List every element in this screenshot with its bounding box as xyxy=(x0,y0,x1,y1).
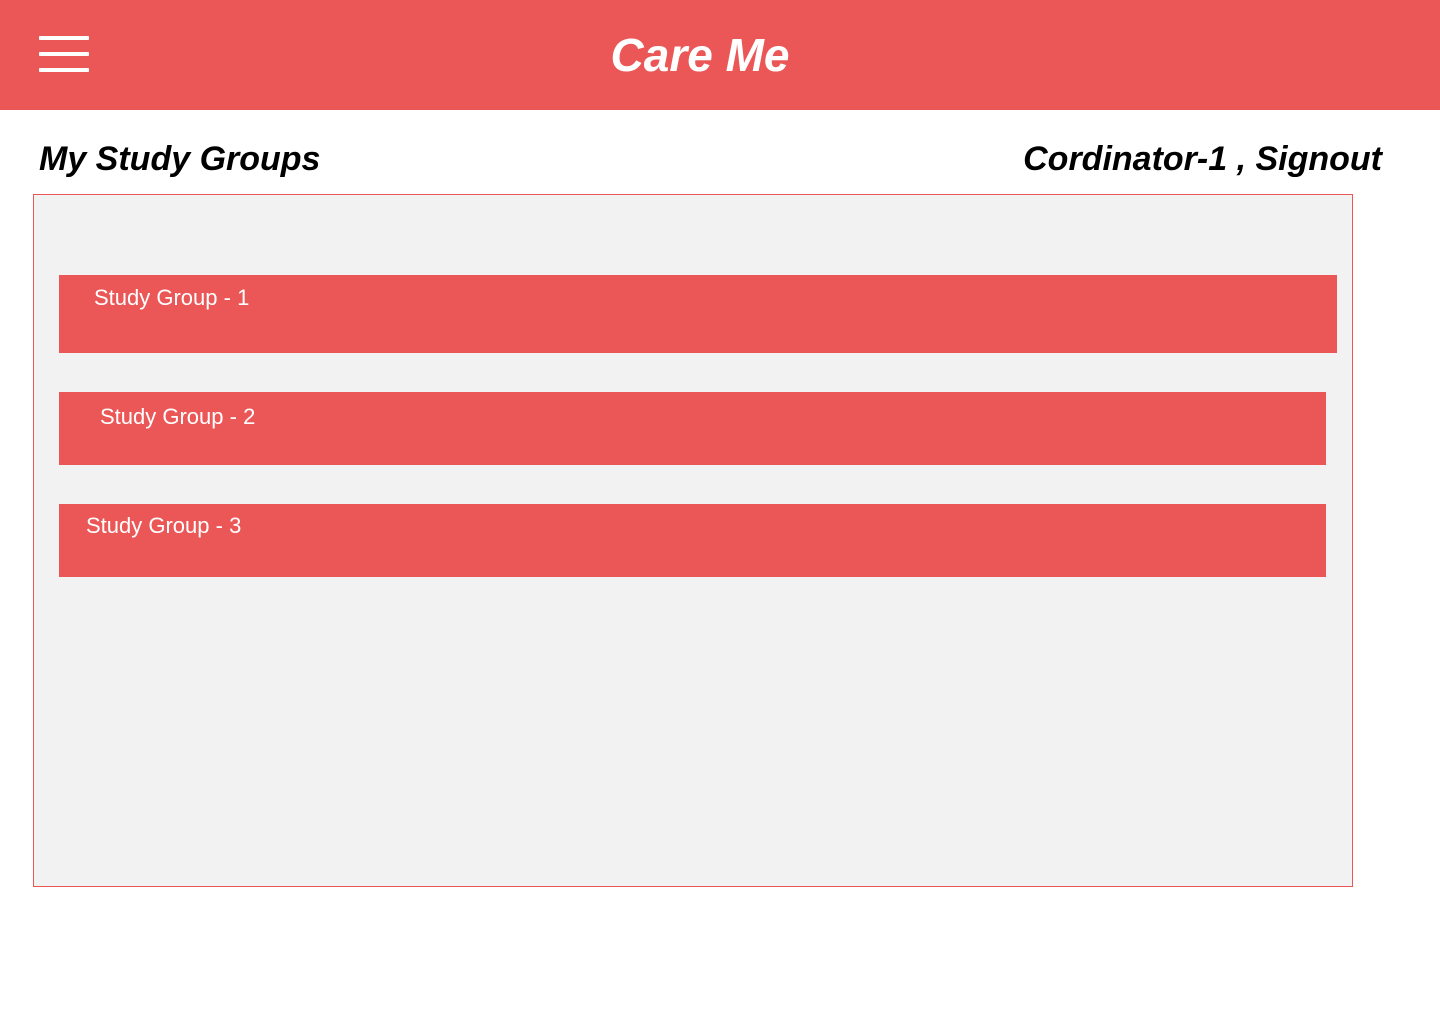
study-groups-panel: Study Group - 1 Study Group - 2 Study Gr… xyxy=(33,194,1353,887)
user-area: Cordinator-1 , Signout xyxy=(1023,138,1382,180)
signout-link[interactable]: Signout xyxy=(1255,140,1382,178)
user-name: Cordinator-1 xyxy=(1023,140,1228,178)
study-group-item-2[interactable]: Study Group - 2 xyxy=(59,392,1326,465)
study-group-item-1[interactable]: Study Group - 1 xyxy=(59,275,1337,353)
app-title: Care Me xyxy=(610,29,790,81)
app-header: Care Me xyxy=(0,0,1440,110)
study-group-item-3[interactable]: Study Group - 3 xyxy=(59,504,1326,577)
page-title: My Study Groups xyxy=(39,140,321,178)
user-separator: , xyxy=(1227,140,1256,178)
